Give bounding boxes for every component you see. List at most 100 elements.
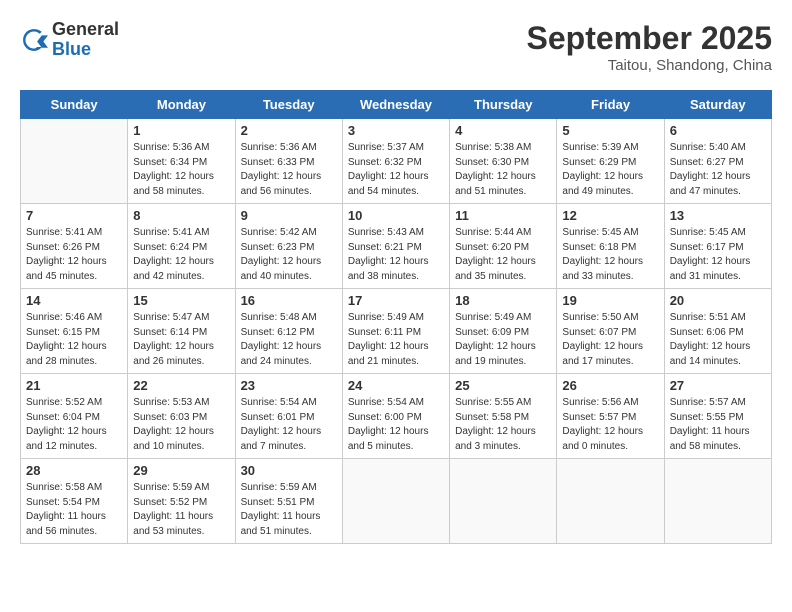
day-info: Sunrise: 5:37 AMSunset: 6:32 PMDaylight:… <box>348 141 444 199</box>
calendar-cell: 3 Sunrise: 5:37 AMSunset: 6:32 PMDaylight… <box>342 119 449 204</box>
day-info: Sunrise: 5:54 AMSunset: 6:01 PMDaylight:… <box>241 396 337 454</box>
calendar-cell: 2 Sunrise: 5:36 AMSunset: 6:33 PMDaylight… <box>235 119 342 204</box>
title-block: September 2025 Taitou, Shandong, China <box>527 20 772 74</box>
day-number: 20 <box>670 293 766 308</box>
calendar-cell: 25Sunrise: 5:55 AMSunset: 5:58 PMDayligh… <box>450 374 557 459</box>
calendar-cell: 21 Sunrise: 5:52 AMSunset: 6:04 PMDayligh… <box>21 374 128 459</box>
day-info: Sunrise: 5:48 AMSunset: 6:12 PMDaylight:… <box>241 311 337 369</box>
day-info: Sunrise: 5:53 AMSunset: 6:03 PMDaylight:… <box>133 396 229 454</box>
calendar-cell: 20 Sunrise: 5:51 AMSunset: 6:06 PMDayligh… <box>664 289 771 374</box>
day-number: 18 <box>455 293 551 308</box>
page-header: General Blue September 2025 Taitou, Shan… <box>20 20 772 74</box>
calendar-week-4: 21 Sunrise: 5:52 AMSunset: 6:04 PMDayligh… <box>21 374 772 459</box>
calendar-cell <box>342 459 449 544</box>
day-number: 1 <box>133 123 229 138</box>
day-info: Sunrise: 5:52 AMSunset: 6:04 PMDaylight:… <box>26 396 122 454</box>
calendar-cell: 11Sunrise: 5:44 AMSunset: 6:20 PMDayligh… <box>450 204 557 289</box>
day-number: 9 <box>241 208 337 223</box>
weekday-header-row: SundayMondayTuesdayWednesdayThursdayFrid… <box>21 91 772 119</box>
weekday-header-wednesday: Wednesday <box>342 91 449 119</box>
day-info: Sunrise: 5:45 AMSunset: 6:17 PMDaylight:… <box>670 226 766 284</box>
calendar-cell: 10 Sunrise: 5:43 AMSunset: 6:21 PMDayligh… <box>342 204 449 289</box>
day-info: Sunrise: 5:36 AMSunset: 6:33 PMDaylight:… <box>241 141 337 199</box>
logo: General Blue <box>20 20 119 60</box>
day-info: Sunrise: 5:43 AMSunset: 6:21 PMDaylight:… <box>348 226 444 284</box>
day-number: 13 <box>670 208 766 223</box>
day-number: 8 <box>133 208 229 223</box>
weekday-header-friday: Friday <box>557 91 664 119</box>
day-info: Sunrise: 5:49 AMSunset: 6:09 PMDaylight:… <box>455 311 551 369</box>
day-number: 7 <box>26 208 122 223</box>
calendar-cell <box>450 459 557 544</box>
day-number: 28 <box>26 463 122 478</box>
calendar-cell <box>664 459 771 544</box>
weekday-header-tuesday: Tuesday <box>235 91 342 119</box>
calendar-cell: 18 Sunrise: 5:49 AMSunset: 6:09 PMDayligh… <box>450 289 557 374</box>
day-info: Sunrise: 5:55 AMSunset: 5:58 PMDaylight:… <box>455 396 551 454</box>
calendar-cell: 16 Sunrise: 5:48 AMSunset: 6:12 PMDayligh… <box>235 289 342 374</box>
day-number: 10 <box>348 208 444 223</box>
day-number: 2 <box>241 123 337 138</box>
day-info: Sunrise: 5:59 AMSunset: 5:52 PMDaylight:… <box>133 481 229 539</box>
day-info: Sunrise: 5:41 AMSunset: 6:24 PMDaylight:… <box>133 226 229 284</box>
calendar-week-2: 7 Sunrise: 5:41 AMSunset: 6:26 PMDaylight… <box>21 204 772 289</box>
day-info: Sunrise: 5:44 AMSunset: 6:20 PMDaylight:… <box>455 226 551 284</box>
logo-icon <box>20 26 48 54</box>
day-info: Sunrise: 5:40 AMSunset: 6:27 PMDaylight:… <box>670 141 766 199</box>
day-info: Sunrise: 5:58 AMSunset: 5:54 PMDaylight:… <box>26 481 122 539</box>
day-info: Sunrise: 5:47 AMSunset: 6:14 PMDaylight:… <box>133 311 229 369</box>
day-info: Sunrise: 5:54 AMSunset: 6:00 PMDaylight:… <box>348 396 444 454</box>
calendar-table: SundayMondayTuesdayWednesdayThursdayFrid… <box>20 90 772 544</box>
day-number: 30 <box>241 463 337 478</box>
calendar-cell: 8 Sunrise: 5:41 AMSunset: 6:24 PMDaylight… <box>128 204 235 289</box>
day-number: 27 <box>670 378 766 393</box>
calendar-cell: 4Sunrise: 5:38 AMSunset: 6:30 PMDaylight… <box>450 119 557 204</box>
weekday-header-sunday: Sunday <box>21 91 128 119</box>
day-info: Sunrise: 5:41 AMSunset: 6:26 PMDaylight:… <box>26 226 122 284</box>
location: Taitou, Shandong, China <box>527 57 772 74</box>
day-info: Sunrise: 5:51 AMSunset: 6:06 PMDaylight:… <box>670 311 766 369</box>
weekday-header-monday: Monday <box>128 91 235 119</box>
calendar-cell: 19 Sunrise: 5:50 AMSunset: 6:07 PMDayligh… <box>557 289 664 374</box>
calendar-cell: 24 Sunrise: 5:54 AMSunset: 6:00 PMDayligh… <box>342 374 449 459</box>
day-number: 29 <box>133 463 229 478</box>
day-number: 22 <box>133 378 229 393</box>
day-number: 21 <box>26 378 122 393</box>
day-info: Sunrise: 5:39 AMSunset: 6:29 PMDaylight:… <box>562 141 658 199</box>
day-info: Sunrise: 5:45 AMSunset: 6:18 PMDaylight:… <box>562 226 658 284</box>
calendar-cell: 15Sunrise: 5:47 AMSunset: 6:14 PMDayligh… <box>128 289 235 374</box>
calendar-cell: 17Sunrise: 5:49 AMSunset: 6:11 PMDayligh… <box>342 289 449 374</box>
day-number: 26 <box>562 378 658 393</box>
day-number: 14 <box>26 293 122 308</box>
day-info: Sunrise: 5:38 AMSunset: 6:30 PMDaylight:… <box>455 141 551 199</box>
day-info: Sunrise: 5:50 AMSunset: 6:07 PMDaylight:… <box>562 311 658 369</box>
calendar-cell <box>557 459 664 544</box>
calendar-cell: 12 Sunrise: 5:45 AMSunset: 6:18 PMDayligh… <box>557 204 664 289</box>
day-info: Sunrise: 5:57 AMSunset: 5:55 PMDaylight:… <box>670 396 766 454</box>
calendar-week-5: 28 Sunrise: 5:58 AMSunset: 5:54 PMDayligh… <box>21 459 772 544</box>
calendar-cell: 13 Sunrise: 5:45 AMSunset: 6:17 PMDayligh… <box>664 204 771 289</box>
calendar-cell <box>21 119 128 204</box>
calendar-cell: 7 Sunrise: 5:41 AMSunset: 6:26 PMDaylight… <box>21 204 128 289</box>
day-number: 17 <box>348 293 444 308</box>
day-number: 3 <box>348 123 444 138</box>
day-number: 23 <box>241 378 337 393</box>
day-info: Sunrise: 5:56 AMSunset: 5:57 PMDaylight:… <box>562 396 658 454</box>
day-info: Sunrise: 5:46 AMSunset: 6:15 PMDaylight:… <box>26 311 122 369</box>
day-number: 12 <box>562 208 658 223</box>
calendar-cell: 6Sunrise: 5:40 AMSunset: 6:27 PMDaylight… <box>664 119 771 204</box>
day-number: 16 <box>241 293 337 308</box>
calendar-cell: 1 Sunrise: 5:36 AMSunset: 6:34 PMDaylight… <box>128 119 235 204</box>
day-number: 24 <box>348 378 444 393</box>
calendar-week-1: 1 Sunrise: 5:36 AMSunset: 6:34 PMDaylight… <box>21 119 772 204</box>
month-title: September 2025 <box>527 20 772 57</box>
day-info: Sunrise: 5:59 AMSunset: 5:51 PMDaylight:… <box>241 481 337 539</box>
weekday-header-thursday: Thursday <box>450 91 557 119</box>
day-number: 19 <box>562 293 658 308</box>
calendar-week-3: 14 Sunrise: 5:46 AMSunset: 6:15 PMDayligh… <box>21 289 772 374</box>
calendar-cell: 29 Sunrise: 5:59 AMSunset: 5:52 PMDayligh… <box>128 459 235 544</box>
day-info: Sunrise: 5:36 AMSunset: 6:34 PMDaylight:… <box>133 141 229 199</box>
day-info: Sunrise: 5:42 AMSunset: 6:23 PMDaylight:… <box>241 226 337 284</box>
calendar-cell: 14 Sunrise: 5:46 AMSunset: 6:15 PMDayligh… <box>21 289 128 374</box>
weekday-header-saturday: Saturday <box>664 91 771 119</box>
